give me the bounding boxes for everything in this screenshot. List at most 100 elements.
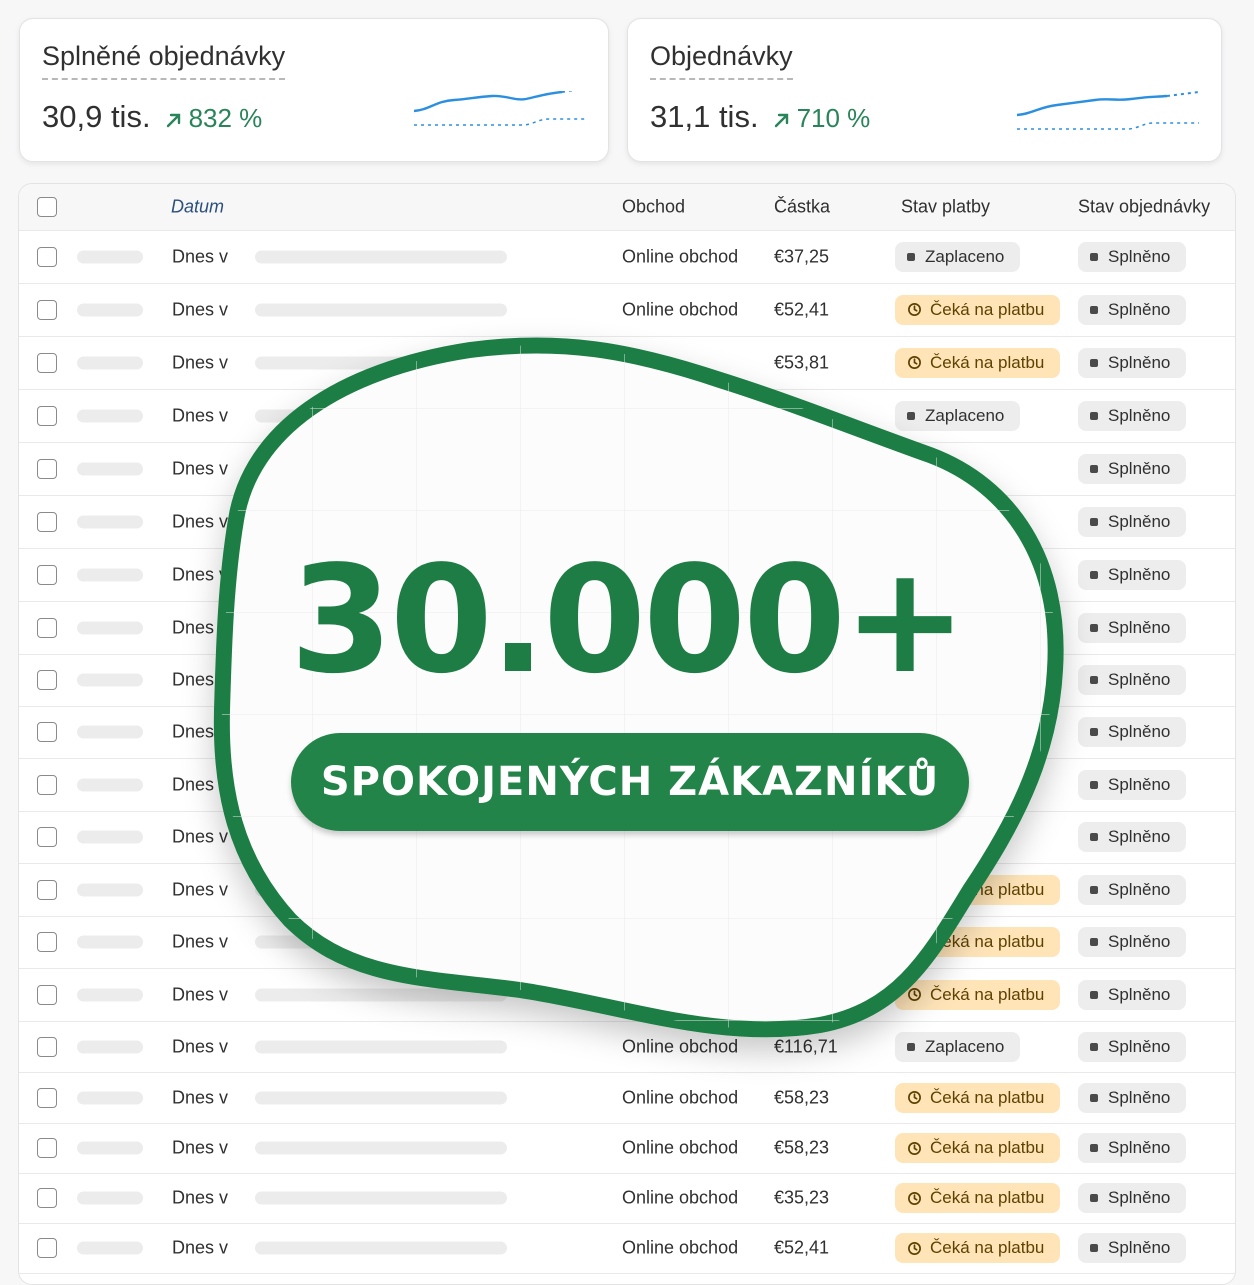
column-header-date[interactable]: Datum [171, 197, 224, 218]
clock-icon [908, 988, 921, 1001]
row-checkbox[interactable] [37, 352, 57, 373]
clock-icon [908, 1141, 921, 1155]
fulfilled-orders-card[interactable]: Splněné objednávky 30,9 tis. 832 % [19, 18, 609, 162]
payment-status-badge: Čeká na platbu [895, 1133, 1061, 1163]
order-date: Dnes v [172, 1036, 229, 1056]
order-status-label: Splněno [1108, 299, 1171, 319]
table-row[interactable]: Dnes Splněno [19, 706, 1235, 759]
row-checkbox[interactable] [37, 246, 57, 267]
clock-icon [908, 303, 921, 316]
payment-status-badge: Čeká na platbu [895, 1082, 1061, 1113]
row-checkbox[interactable] [37, 1238, 57, 1258]
order-id-placeholder [77, 988, 143, 1001]
table-row[interactable]: Dnes v Splněno [19, 758, 1235, 812]
order-date: Dnes v [172, 931, 229, 952]
select-all-checkbox[interactable] [37, 197, 57, 217]
order-status-label: Splněno [1108, 1138, 1171, 1157]
arrow-up-right-icon [166, 113, 180, 128]
clock-icon [908, 883, 921, 896]
status-dot-icon [1090, 517, 1098, 526]
row-checkbox[interactable] [37, 774, 57, 795]
status-dot-icon [1090, 1144, 1098, 1152]
card-title[interactable]: Splněné objednávky [42, 41, 286, 80]
row-checkbox[interactable] [37, 722, 57, 742]
order-shop: Online obchod [622, 1187, 739, 1208]
row-checkbox[interactable] [37, 1036, 57, 1057]
table-row[interactable]: Dnes v Online obchod €58,23 Čeká na platbu S… [19, 1072, 1235, 1124]
clock-icon [908, 935, 921, 949]
customer-placeholder [255, 935, 507, 949]
order-status-label: Splněno [1108, 670, 1171, 689]
row-checkbox[interactable] [37, 405, 57, 426]
column-header-amount[interactable]: Částka [774, 197, 830, 218]
order-status-badge: Splněno [1078, 241, 1187, 272]
customer-placeholder [255, 1040, 507, 1053]
order-id-placeholder [77, 356, 143, 369]
table-row[interactable]: Dnes v €53,81 Čeká na platbu Splněno [19, 336, 1235, 390]
payment-status-label: Čeká na platbu [930, 299, 1045, 319]
order-shop: Online obchod [622, 1036, 739, 1056]
payment-status-badge: Čeká na platbu [895, 1233, 1061, 1263]
order-id-placeholder [77, 883, 143, 896]
column-header-shop[interactable]: Obchod [622, 197, 685, 218]
row-checkbox[interactable] [37, 1087, 57, 1108]
order-status-badge: Splněno [1078, 612, 1187, 643]
table-row[interactable]: Dnes v Splněno [19, 495, 1235, 549]
order-status-badge: Splněno [1078, 1133, 1187, 1163]
row-checkbox[interactable] [37, 932, 57, 952]
order-id-placeholder [77, 1141, 143, 1155]
card-metric: 30,9 tis. 832 % [42, 99, 262, 135]
column-header-payment-status[interactable]: Stav platby [901, 197, 990, 218]
order-id-placeholder [77, 1040, 143, 1053]
row-checkbox[interactable] [37, 1188, 57, 1208]
table-row[interactable]: Dnes v Splněno [19, 601, 1235, 655]
row-checkbox[interactable] [37, 1138, 57, 1158]
table-row[interactable]: Dnes v Online obchod €37,25 Zaplaceno Splněn… [19, 230, 1235, 284]
order-id-placeholder [77, 830, 143, 844]
card-title[interactable]: Objednávky [650, 41, 793, 80]
row-checkbox[interactable] [37, 827, 57, 847]
order-amount: €52,41 [774, 1237, 830, 1258]
order-shop: Online obchod [622, 246, 739, 266]
payment-status-label: Čeká na platbu [930, 1087, 1045, 1107]
table-row[interactable]: Dnes v Čeká na platbu Splněno [19, 916, 1235, 969]
orders-card[interactable]: Objednávky 31,1 tis. 710 % [627, 18, 1222, 162]
order-id-placeholder [77, 250, 143, 263]
row-checkbox[interactable] [37, 879, 57, 900]
table-row[interactable]: Dnes v Online obchod €58,23 Čeká na platbu S… [19, 1123, 1235, 1174]
table-row[interactable]: Dnes v Čeká na platbu Splněno [19, 968, 1235, 1022]
table-row[interactable]: Dnes Splněno [19, 654, 1235, 707]
row-checkbox[interactable] [37, 564, 57, 585]
table-row[interactable]: Dnes v Online obchod €52,41 Čeká na platbu S… [19, 1223, 1235, 1274]
table-row[interactable]: Dnes v Online obchod €116,71 Zaplaceno Splně… [19, 1021, 1235, 1073]
row-checkbox[interactable] [37, 617, 57, 638]
row-checkbox[interactable] [37, 299, 57, 320]
card-change: 710 % [773, 103, 870, 134]
order-status-badge: Splněno [1078, 822, 1187, 852]
order-status-badge: Splněno [1078, 665, 1187, 695]
table-row[interactable]: Dnes v Splněno [19, 442, 1235, 496]
column-header-order-status[interactable]: Stav objednávky [1078, 197, 1210, 218]
row-checkbox[interactable] [37, 511, 57, 532]
row-checkbox[interactable] [37, 458, 57, 479]
table-row[interactable]: Dnes v Online obchod €52,41 Čeká na platbu S… [19, 283, 1235, 337]
table-row[interactable]: Dnes v Zaplaceno Splněno [19, 389, 1235, 443]
table-row[interactable]: Dnes v Online obchod €35,23 Čeká na platbu S… [19, 1173, 1235, 1224]
table-row[interactable]: Dnes v Čeká na platbu Splněno [19, 863, 1235, 917]
status-dot-icon [907, 1042, 915, 1051]
payment-status-badge: Čeká na platbu [895, 1183, 1061, 1213]
order-status-label: Splněno [1108, 352, 1171, 372]
table-row[interactable]: Dnes v Splněno [19, 811, 1235, 864]
row-checkbox[interactable] [37, 670, 57, 690]
customer-placeholder [255, 1191, 507, 1205]
table-row[interactable]: Dnes v Splněno [19, 548, 1235, 602]
row-checkbox[interactable] [37, 984, 57, 1005]
order-amount: €37,25 [774, 246, 830, 266]
order-date: Dnes v [172, 1087, 229, 1107]
status-dot-icon [1090, 885, 1098, 894]
payment-status-label: Čeká na platbu [930, 1138, 1045, 1157]
order-status-badge: Splněno [1078, 1233, 1187, 1263]
order-status-label: Splněno [1108, 1238, 1171, 1257]
order-amount: €35,23 [774, 1187, 830, 1208]
order-date: Dnes v [172, 246, 229, 266]
